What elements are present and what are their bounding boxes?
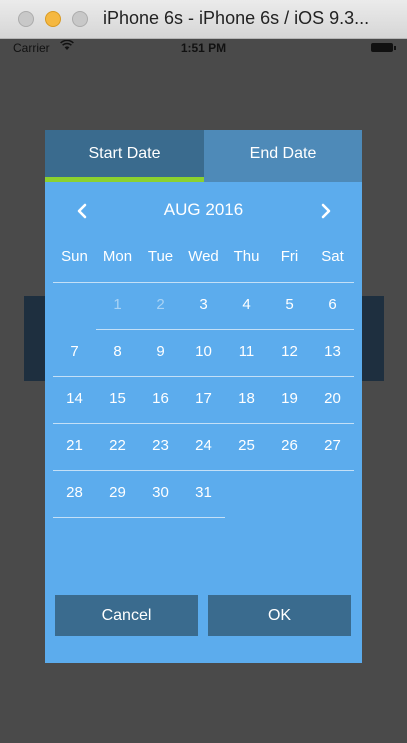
date-picker-dialog: Start Date End Date AUG 2016 Sun Mon Tue We… <box>45 130 362 663</box>
zoom-window-button[interactable] <box>72 11 88 27</box>
calendar-day[interactable]: 7 <box>53 329 96 376</box>
calendar-day[interactable]: 19 <box>268 376 311 423</box>
calendar-grid: 1 2 3 4 5 6 7 8 9 10 11 12 13 14 15 16 17 18 19 20 21 22 23 24 2… <box>53 282 354 522</box>
calendar-day[interactable]: 28 <box>53 470 96 517</box>
calendar-day[interactable]: 12 <box>268 329 311 376</box>
calendar-day[interactable]: 18 <box>225 376 268 423</box>
calendar-day[interactable]: 14 <box>53 376 96 423</box>
row-divider <box>53 423 354 424</box>
month-navigation: AUG 2016 <box>45 196 362 226</box>
ios-status-bar: Carrier 1:51 PM <box>0 38 407 58</box>
weekday-label: Sun <box>61 248 88 265</box>
weekday-label: Mon <box>102 248 133 265</box>
calendar-day[interactable]: 5 <box>268 282 311 329</box>
month-year-label: AUG 2016 <box>163 200 244 219</box>
calendar-day[interactable]: 10 <box>182 329 225 376</box>
calendar-day[interactable]: 13 <box>311 329 354 376</box>
calendar-day: 1 <box>113 296 122 313</box>
calendar-day[interactable]: 21 <box>53 423 96 470</box>
weekday-header: Sun Mon Tue Wed Thu Fri Sat <box>53 248 354 272</box>
row-divider <box>53 517 225 518</box>
chevron-left-icon[interactable] <box>67 196 97 226</box>
row-divider <box>96 329 354 330</box>
calendar-day[interactable]: 22 <box>96 423 139 470</box>
row-divider <box>53 470 354 471</box>
weekday-label: Fri <box>280 248 299 265</box>
calendar-day[interactable]: 9 <box>139 329 182 376</box>
calendar-day[interactable]: 4 <box>225 282 268 329</box>
weekday-label: Sat <box>321 248 344 265</box>
calendar-day[interactable]: 8 <box>96 329 139 376</box>
calendar-day[interactable]: 30 <box>139 470 182 517</box>
calendar-day[interactable]: 25 <box>225 423 268 470</box>
minimize-window-button[interactable] <box>45 11 61 27</box>
calendar-day[interactable]: 17 <box>182 376 225 423</box>
ok-button[interactable]: OK <box>208 595 351 636</box>
tab-end-date[interactable]: End Date <box>204 130 362 182</box>
cancel-button[interactable]: Cancel <box>55 595 198 636</box>
weekday-label: Thu <box>233 248 260 265</box>
date-tabs: Start Date End Date <box>45 130 362 182</box>
row-divider <box>53 376 354 377</box>
calendar-day[interactable]: 3 <box>182 282 225 329</box>
tab-start-date[interactable]: Start Date <box>45 130 204 182</box>
window-title: iPhone 6s - iPhone 6s / iOS 9.3... <box>103 8 370 28</box>
calendar-day[interactable]: 20 <box>311 376 354 423</box>
calendar-day[interactable]: 26 <box>268 423 311 470</box>
calendar-day: 2 <box>156 296 165 313</box>
chevron-right-icon[interactable] <box>311 196 341 226</box>
row-divider <box>53 282 354 283</box>
battery-icon <box>371 43 396 52</box>
calendar-day[interactable]: 23 <box>139 423 182 470</box>
calendar-day[interactable]: 29 <box>96 470 139 517</box>
weekday-label: Wed <box>188 248 219 265</box>
close-window-button[interactable] <box>18 11 34 27</box>
calendar-day[interactable]: 27 <box>311 423 354 470</box>
calendar-day[interactable]: 11 <box>225 329 268 376</box>
calendar-day[interactable]: 6 <box>311 282 354 329</box>
calendar-day[interactable]: 16 <box>139 376 182 423</box>
status-time: 1:51 PM <box>180 41 227 55</box>
calendar-day[interactable]: 15 <box>96 376 139 423</box>
calendar-day[interactable]: 24 <box>182 423 225 470</box>
window-titlebar: iPhone 6s - iPhone 6s / iOS 9.3... <box>0 0 407 39</box>
calendar-day[interactable]: 31 <box>182 470 225 517</box>
simulator-window: iPhone 6s - iPhone 6s / iOS 9.3... Carri… <box>0 0 407 743</box>
weekday-label: Tue <box>147 248 174 265</box>
